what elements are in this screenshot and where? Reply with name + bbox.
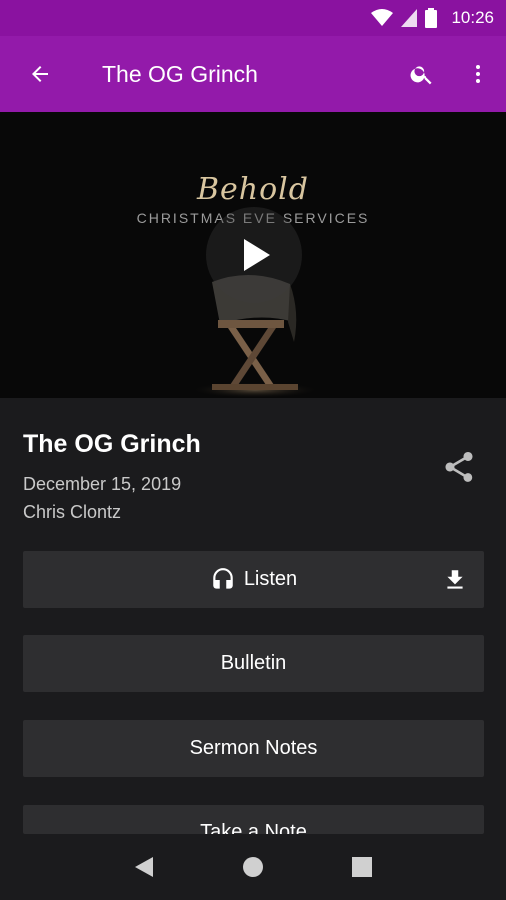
cell-signal-icon xyxy=(401,9,418,27)
headphones-icon xyxy=(213,567,233,589)
page-title: The OG Grinch xyxy=(102,60,258,87)
arrow-back-icon xyxy=(32,66,48,82)
app-bar: The OG Grinch xyxy=(0,36,506,112)
system-nav-bar xyxy=(0,834,506,900)
take-note-button[interactable]: Take a Note xyxy=(23,805,484,834)
video-player[interactable]: Behold CHRISTMAS EVE SERVICES xyxy=(0,112,506,398)
bulletin-label: Bulletin xyxy=(220,652,287,674)
download-icon xyxy=(447,570,463,589)
nav-recents-icon[interactable] xyxy=(351,856,373,878)
download-button[interactable] xyxy=(442,567,468,599)
sermon-title: The OG Grinch xyxy=(23,430,201,458)
share-button[interactable] xyxy=(438,446,480,488)
sermon-info: The OG Grinch December 15, 2019 Chris Cl… xyxy=(0,398,506,538)
sermon-notes-label: Sermon Notes xyxy=(189,737,318,759)
share-icon xyxy=(445,452,473,482)
nav-home-icon[interactable] xyxy=(241,855,265,879)
listen-label: Listen xyxy=(243,568,298,590)
more-vert-icon xyxy=(476,65,480,83)
search-button[interactable] xyxy=(394,36,450,112)
more-options-button[interactable] xyxy=(450,36,506,112)
nav-back-icon[interactable] xyxy=(133,855,155,879)
sermon-notes-button[interactable]: Sermon Notes xyxy=(23,720,484,777)
listen-button[interactable]: Listen xyxy=(23,551,484,608)
play-button[interactable] xyxy=(206,207,302,303)
sermon-date: December 15, 2019 xyxy=(23,474,182,494)
status-time: 10:26 xyxy=(451,8,494,27)
wifi-icon xyxy=(371,9,394,26)
back-button[interactable] xyxy=(0,36,80,112)
bulletin-button[interactable]: Bulletin xyxy=(23,635,484,692)
battery-icon xyxy=(425,8,438,28)
sermon-speaker: Chris Clontz xyxy=(23,502,122,522)
take-note-label: Take a Note xyxy=(200,821,307,834)
status-bar: 10:26 xyxy=(0,0,506,36)
play-icon xyxy=(244,239,270,271)
search-icon xyxy=(410,66,432,85)
video-overlay-title: Behold xyxy=(197,172,309,207)
